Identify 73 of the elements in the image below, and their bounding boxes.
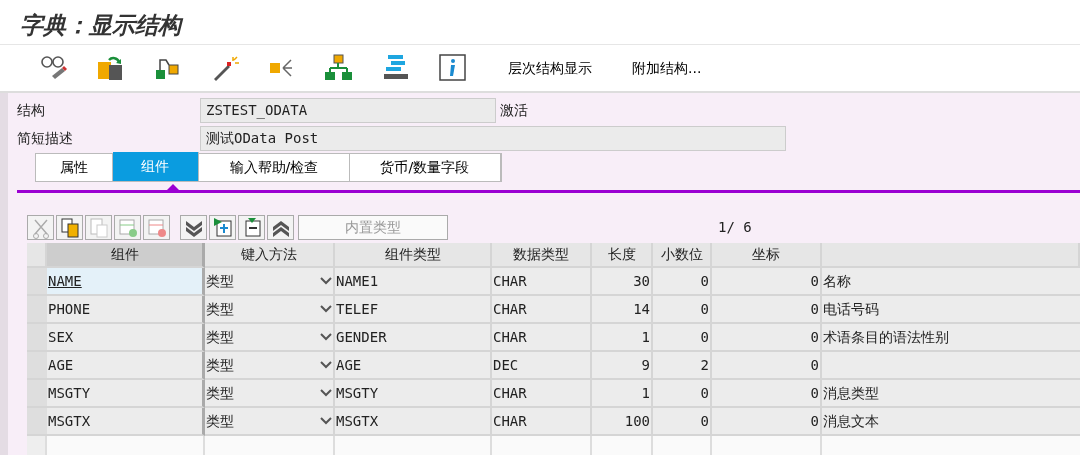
caret-icon (320, 360, 332, 369)
table-cell: AGE (335, 351, 492, 380)
table-cell: 0 (712, 351, 822, 380)
page-counter: 1/ 6 (718, 218, 752, 237)
dropdown-field[interactable]: 类型 (205, 351, 335, 380)
table-cell: 0 (653, 407, 712, 436)
table-cell: 电话号码 (822, 295, 1080, 324)
table-cell[interactable]: NAME (47, 267, 205, 296)
table-cell: TELEF (335, 295, 492, 324)
table-cell: 1 (592, 323, 653, 352)
table-cell: CHAR (492, 267, 592, 296)
table-cell: CHAR (492, 407, 592, 436)
table-cell[interactable]: AGE (47, 351, 205, 380)
column-header[interactable]: 小数位 (653, 242, 712, 268)
dropdown-field[interactable]: 类型 (205, 323, 335, 352)
caret-icon (320, 304, 332, 313)
table-cell: 0 (653, 295, 712, 324)
table-cell[interactable]: SEX (47, 323, 205, 352)
table-cell: 0 (712, 407, 822, 436)
table-cell: MSGTY (335, 379, 492, 408)
table-cell: CHAR (492, 323, 592, 352)
column-header[interactable]: 坐标 (712, 242, 822, 268)
table-cell: 100 (592, 407, 653, 436)
table-cell: 0 (712, 267, 822, 296)
caret-icon (320, 276, 332, 285)
table-cell: 0 (712, 295, 822, 324)
table-cell[interactable]: MSGTX (47, 407, 205, 436)
table-cell[interactable]: MSGTY (47, 379, 205, 408)
column-header[interactable]: 数据类型 (492, 242, 592, 268)
table-cell: 消息文本 (822, 407, 1080, 436)
table-cell: 30 (592, 267, 653, 296)
table-cell: 2 (653, 351, 712, 380)
remove-row-icon[interactable] (145, 216, 168, 239)
add-row-icon[interactable] (116, 216, 139, 239)
table-cell: 0 (653, 379, 712, 408)
table-cell: GENDER (335, 323, 492, 352)
toolbar-button[interactable]: 附加结构... (626, 56, 708, 80)
column-header[interactable]: 组件类型 (335, 242, 492, 268)
copy-icon[interactable] (58, 216, 81, 239)
field-label: 结构 (17, 101, 46, 120)
table-cell[interactable]: PHONE (47, 295, 205, 324)
status-text: 激活 (499, 101, 528, 120)
table-cell: CHAR (492, 295, 592, 324)
toolbar-button[interactable]: 层次结构显示 (502, 56, 598, 80)
table-cell: 0 (712, 379, 822, 408)
caret-icon (320, 388, 332, 397)
table-cell: 14 (592, 295, 653, 324)
column-header[interactable]: 组件 (47, 242, 205, 268)
table-cell: 术语条目的语法性别 (822, 323, 1080, 352)
table-cell: MSGTX (335, 407, 492, 436)
insert-row-icon[interactable] (211, 216, 234, 239)
structure-field[interactable]: ZSTEST_ODATA (200, 98, 496, 123)
table-cell: 1 (592, 379, 653, 408)
column-header[interactable]: 键入方法 (205, 242, 335, 268)
table-cell: 0 (712, 323, 822, 352)
info-icon[interactable] (436, 52, 469, 84)
dropdown-field[interactable]: 类型 (205, 379, 335, 408)
dropdown-field[interactable]: 类型 (205, 267, 335, 296)
column-header[interactable]: 长度 (592, 242, 653, 268)
dropdown-field[interactable]: 类型 (205, 407, 335, 436)
caret-icon (320, 416, 332, 425)
table-cell: 消息类型 (822, 379, 1080, 408)
description-field[interactable]: 测试OData Post (200, 126, 786, 151)
table-cell: CHAR (492, 379, 592, 408)
table-cell: 9 (592, 351, 653, 380)
caret-icon (320, 332, 332, 341)
dropdown-field[interactable]: 类型 (205, 295, 335, 324)
table-cell: 0 (653, 323, 712, 352)
field-label: 简短描述 (17, 129, 74, 148)
table-cell: 0 (653, 267, 712, 296)
table-cell: NAME1 (335, 267, 492, 296)
table-cell: DEC (492, 351, 592, 380)
table-cell: 名称 (822, 267, 1080, 296)
